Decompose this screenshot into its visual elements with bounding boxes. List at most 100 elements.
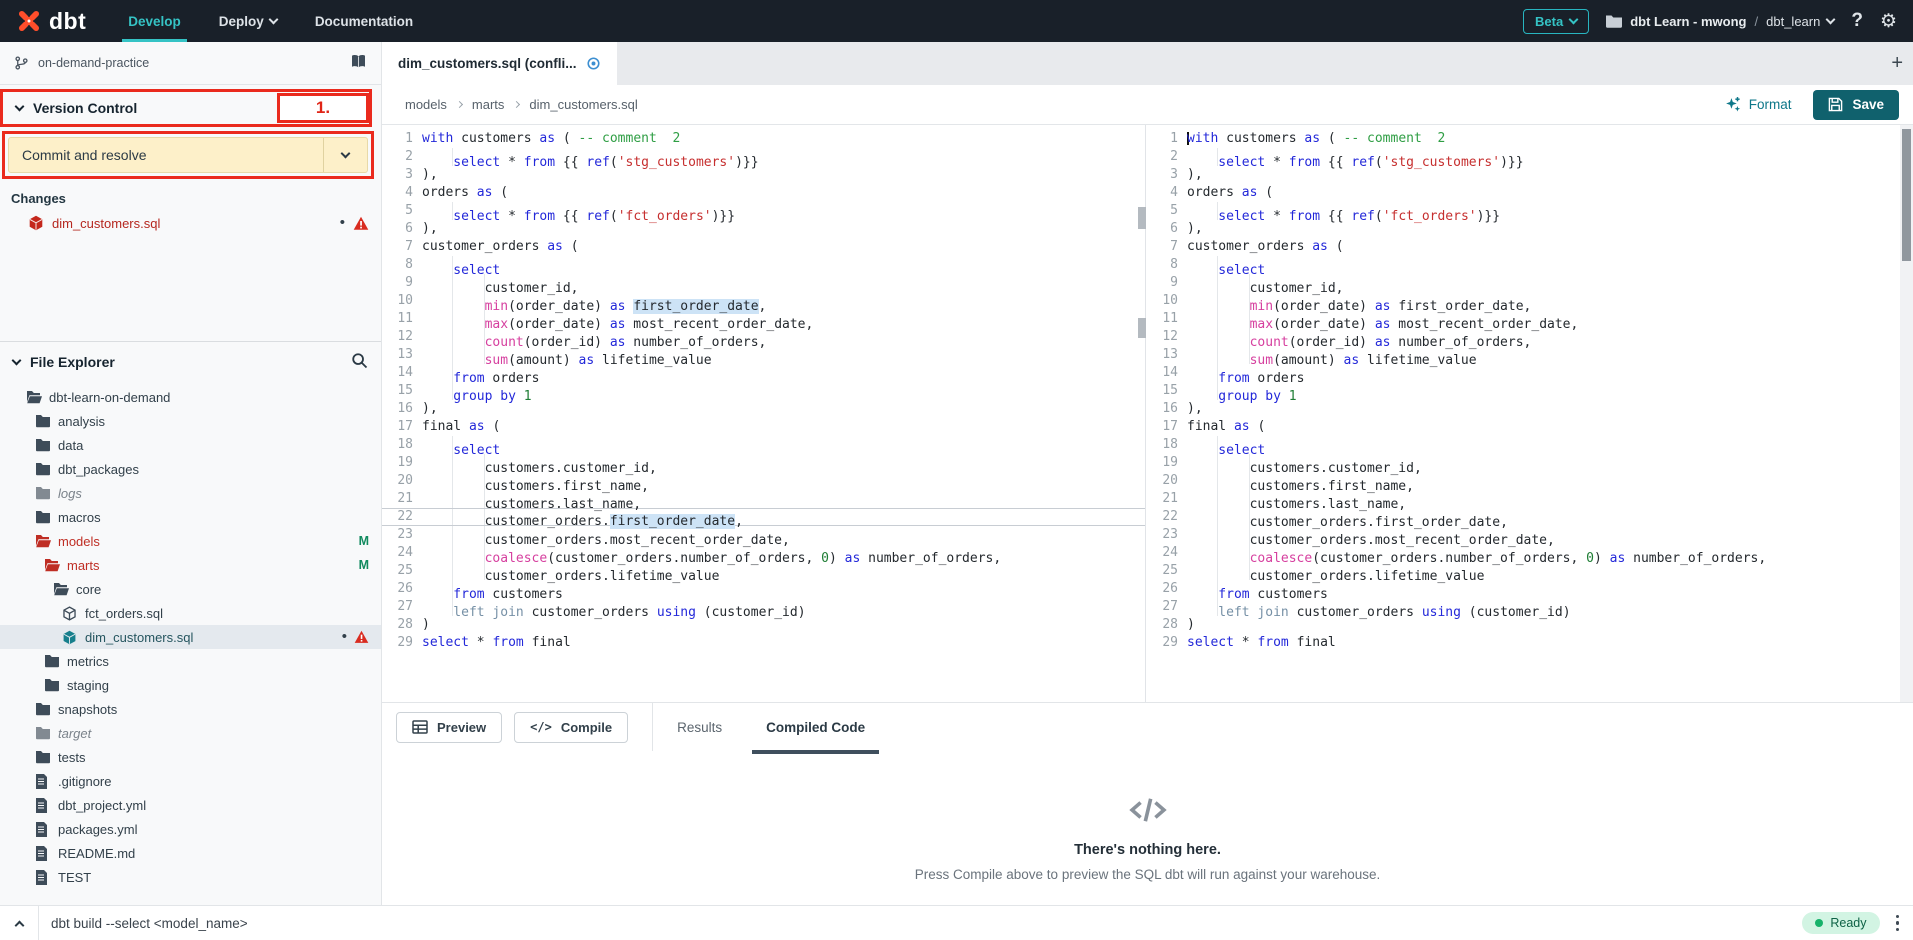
code-line-18[interactable]: 18select xyxy=(382,436,1145,454)
code-line-15[interactable]: 15group by 1 xyxy=(382,382,1145,400)
tree-item-tests[interactable]: tests xyxy=(0,745,381,769)
code-line-16[interactable]: 16), xyxy=(1147,400,1899,418)
code-line-22[interactable]: 22customer_orders.first_order_date, xyxy=(1147,508,1899,526)
project-dropdown[interactable]: dbt_learn xyxy=(1766,14,1834,29)
code-line-6[interactable]: 6), xyxy=(1147,220,1899,238)
code-line-27[interactable]: 27left join customer_orders using (custo… xyxy=(382,598,1145,616)
code-line-3[interactable]: 3), xyxy=(382,166,1145,184)
code-line-11[interactable]: 11max(order_date) as most_recent_order_d… xyxy=(382,310,1145,328)
preview-button[interactable]: Preview xyxy=(396,712,502,743)
commit-dropdown-toggle[interactable] xyxy=(323,138,367,172)
code-line-1[interactable]: 1with customers as ( -- comment 2 xyxy=(382,130,1145,148)
tree-item-metrics[interactable]: metrics xyxy=(0,649,381,673)
code-line-13[interactable]: 13sum(amount) as lifetime_value xyxy=(382,346,1145,364)
code-line-2[interactable]: 2select * from {{ ref('stg_customers')}} xyxy=(382,148,1145,166)
code-line-20[interactable]: 20customers.first_name, xyxy=(1147,472,1899,490)
tree-item-models[interactable]: modelsM xyxy=(0,529,381,553)
code-line-20[interactable]: 20customers.first_name, xyxy=(382,472,1145,490)
tree-item-dbt-packages[interactable]: dbt_packages xyxy=(0,457,381,481)
branch-name[interactable]: on-demand-practice xyxy=(38,56,149,70)
code-line-11[interactable]: 11max(order_date) as most_recent_order_d… xyxy=(1147,310,1899,328)
code-line-7[interactable]: 7customer_orders as ( xyxy=(382,238,1145,256)
code-line-26[interactable]: 26from customers xyxy=(1147,580,1899,598)
code-line-8[interactable]: 8select xyxy=(382,256,1145,274)
nav-item-develop[interactable]: Develop xyxy=(128,0,181,42)
file-explorer-header[interactable]: File Explorer xyxy=(0,341,381,381)
commit-and-resolve-button[interactable]: Commit and resolve xyxy=(8,137,368,173)
code-line-24[interactable]: 24coalesce(customer_orders.number_of_ord… xyxy=(382,544,1145,562)
tree-item--gitignore[interactable]: .gitignore xyxy=(0,769,381,793)
collapse-toggle[interactable] xyxy=(0,918,38,929)
nav-item-deploy[interactable]: Deploy xyxy=(219,0,277,42)
tree-item-core[interactable]: core xyxy=(0,577,381,601)
code-line-21[interactable]: 21customers.last_name, xyxy=(382,490,1145,508)
editor-pane-left[interactable]: 1with customers as ( -- comment 22select… xyxy=(382,125,1146,702)
tree-item-packages-yml[interactable]: packages.yml xyxy=(0,817,381,841)
tree-item-target[interactable]: target xyxy=(0,721,381,745)
status-badge-ready[interactable]: Ready xyxy=(1802,912,1879,934)
code-line-28[interactable]: 28) xyxy=(1147,616,1899,634)
code-line-29[interactable]: 29select * from final xyxy=(382,634,1145,652)
tree-item-dbt-project-yml[interactable]: dbt_project.yml xyxy=(0,793,381,817)
beta-dropdown[interactable]: Beta xyxy=(1523,9,1589,34)
compile-button[interactable]: </> Compile xyxy=(514,712,628,743)
tree-item-fct-orders-sql[interactable]: fct_orders.sql xyxy=(0,601,381,625)
code-line-18[interactable]: 18select xyxy=(1147,436,1899,454)
code-line-1[interactable]: 1with customers as ( -- comment 2 xyxy=(1147,130,1899,148)
code-line-5[interactable]: 5select * from {{ ref('fct_orders')}} xyxy=(382,202,1145,220)
code-line-15[interactable]: 15group by 1 xyxy=(1147,382,1899,400)
version-control-header[interactable]: Version Control 1. xyxy=(0,89,372,127)
help-icon[interactable]: ? xyxy=(1851,10,1863,32)
code-line-3[interactable]: 3), xyxy=(1147,166,1899,184)
tree-item-logs[interactable]: logs xyxy=(0,481,381,505)
code-line-8[interactable]: 8select xyxy=(1147,256,1899,274)
scrollbar-thumb[interactable] xyxy=(1902,129,1911,261)
kebab-menu-icon[interactable] xyxy=(1896,915,1900,932)
dbt-logo[interactable]: dbt xyxy=(16,8,86,35)
tree-item-dim-customers-sql[interactable]: dim_customers.sql• xyxy=(0,625,381,649)
code-line-7[interactable]: 7customer_orders as ( xyxy=(1147,238,1899,256)
nav-item-documentation[interactable]: Documentation xyxy=(315,0,413,42)
code-line-17[interactable]: 17final as ( xyxy=(382,418,1145,436)
breadcrumb-marts[interactable]: marts xyxy=(472,97,505,112)
tab-dim-customers[interactable]: dim_customers.sql (confli... xyxy=(382,42,617,85)
code-line-14[interactable]: 14from orders xyxy=(1147,364,1899,382)
code-line-17[interactable]: 17final as ( xyxy=(1147,418,1899,436)
new-tab-button[interactable]: + xyxy=(1891,42,1903,85)
code-line-10[interactable]: 10min(order_date) as first_order_date, xyxy=(1147,292,1899,310)
breadcrumb-models[interactable]: models xyxy=(405,97,447,112)
code-line-19[interactable]: 19customers.customer_id, xyxy=(1147,454,1899,472)
tab-compiled-code[interactable]: Compiled Code xyxy=(744,703,887,751)
tree-item-staging[interactable]: staging xyxy=(0,673,381,697)
breadcrumb-file[interactable]: dim_customers.sql xyxy=(529,97,637,112)
tree-item-macros[interactable]: macros xyxy=(0,505,381,529)
code-line-4[interactable]: 4orders as ( xyxy=(1147,184,1899,202)
tree-item-analysis[interactable]: analysis xyxy=(0,409,381,433)
code-line-27[interactable]: 27left join customer_orders using (custo… xyxy=(1147,598,1899,616)
code-line-12[interactable]: 12count(order_id) as number_of_orders, xyxy=(382,328,1145,346)
search-icon[interactable] xyxy=(351,352,368,372)
format-button[interactable]: Format xyxy=(1724,96,1792,113)
code-line-4[interactable]: 4orders as ( xyxy=(382,184,1145,202)
tree-item-marts[interactable]: martsM xyxy=(0,553,381,577)
editor-scrollbar[interactable] xyxy=(1900,125,1913,702)
code-line-23[interactable]: 23customer_orders.most_recent_order_date… xyxy=(1147,526,1899,544)
gear-icon[interactable]: ⚙ xyxy=(1880,10,1897,33)
editor-pane-right[interactable]: 1with customers as ( -- comment 22select… xyxy=(1147,125,1899,702)
code-line-25[interactable]: 25customer_orders.lifetime_value xyxy=(1147,562,1899,580)
code-line-19[interactable]: 19customers.customer_id, xyxy=(382,454,1145,472)
code-line-10[interactable]: 10min(order_date) as first_order_date, xyxy=(382,292,1145,310)
code-line-9[interactable]: 9customer_id, xyxy=(382,274,1145,292)
tree-item-dbt-learn-on-demand[interactable]: dbt-learn-on-demand xyxy=(0,385,381,409)
code-line-21[interactable]: 21customers.last_name, xyxy=(1147,490,1899,508)
code-line-14[interactable]: 14from orders xyxy=(382,364,1145,382)
command-input[interactable]: dbt build --select <model_name> xyxy=(51,916,248,931)
tree-item-test[interactable]: TEST xyxy=(0,865,381,889)
code-line-24[interactable]: 24coalesce(customer_orders.number_of_ord… xyxy=(1147,544,1899,562)
code-line-2[interactable]: 2select * from {{ ref('stg_customers')}} xyxy=(1147,148,1899,166)
code-line-26[interactable]: 26from customers xyxy=(382,580,1145,598)
code-line-9[interactable]: 9customer_id, xyxy=(1147,274,1899,292)
code-line-13[interactable]: 13sum(amount) as lifetime_value xyxy=(1147,346,1899,364)
code-line-5[interactable]: 5select * from {{ ref('fct_orders')}} xyxy=(1147,202,1899,220)
code-line-12[interactable]: 12count(order_id) as number_of_orders, xyxy=(1147,328,1899,346)
